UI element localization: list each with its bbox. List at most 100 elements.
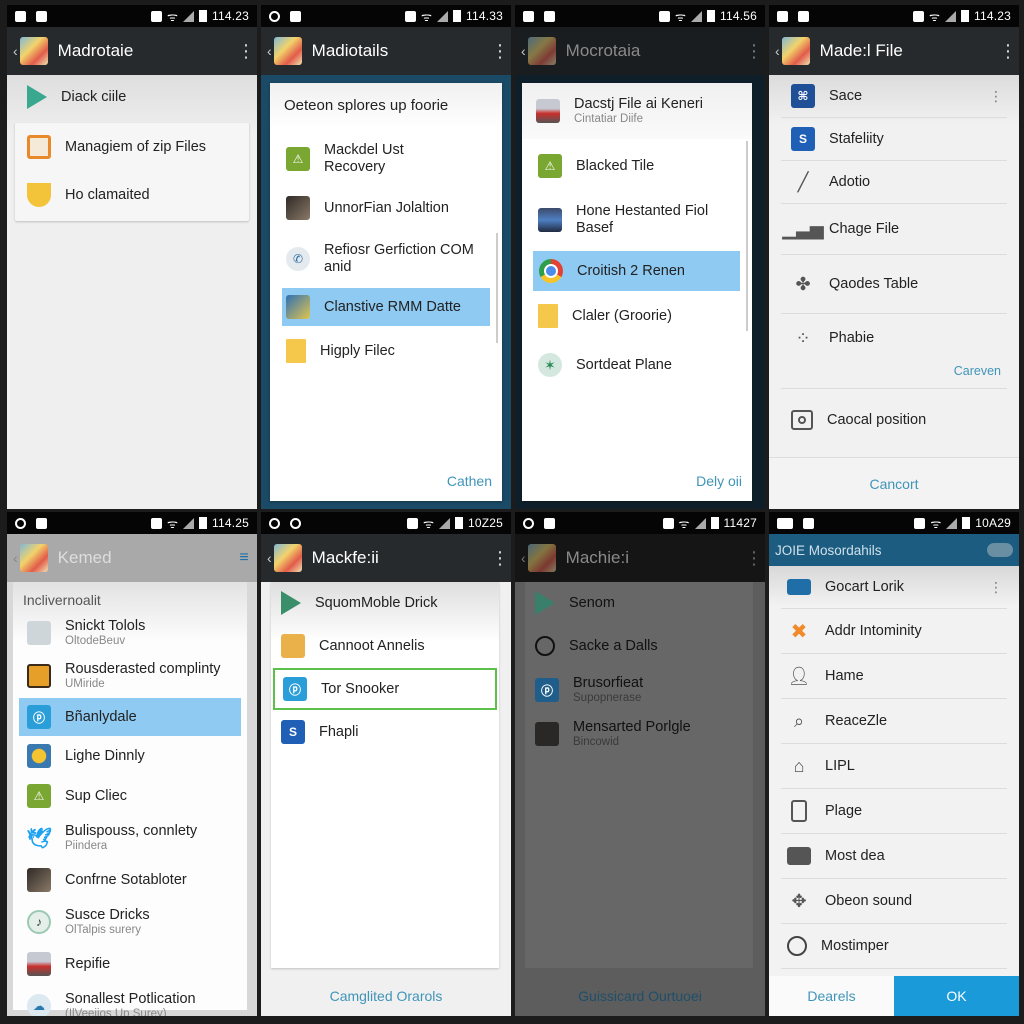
cancel-button[interactable]: Cancort: [769, 476, 1019, 492]
back-icon[interactable]: ‹: [775, 43, 780, 59]
scrollbar[interactable]: [496, 233, 498, 343]
list-item-selected[interactable]: Clanstive RMM Datte: [282, 288, 490, 326]
list-item[interactable]: Higply Filec: [270, 326, 502, 376]
list-item[interactable]: ⌘ Sace ⋮: [769, 75, 1019, 117]
list-item[interactable]: Confrne Sotabloter: [13, 860, 247, 900]
list-item[interactable]: Hone Hestanted Fiol Basef: [522, 189, 752, 251]
clock: 114.25: [211, 516, 249, 530]
battery-icon: [960, 10, 969, 22]
list-item[interactable]: Cannoot Annelis: [271, 624, 499, 668]
screen-1: ᯤ 114.23 ‹ Madrotaie ⋮ Diack ciile Manag…: [7, 5, 257, 509]
app-bar: ‹ Madiotails ⋮: [261, 27, 511, 75]
list-item[interactable]: ▁▃▅ Chage File: [769, 204, 1019, 254]
list-item[interactable]: ⌕ ReaceZle: [769, 699, 1019, 743]
back-icon[interactable]: ‹: [521, 43, 526, 59]
list-card: Senom Sacke a Dalls ⓟ Brusorfieat Supopne…: [525, 582, 753, 968]
list-item[interactable]: Claler (Groorie): [522, 291, 752, 341]
item-menu-icon[interactable]: ⋮: [989, 579, 1003, 596]
search-icon: ⌕: [793, 710, 805, 731]
music-icon: ♪: [27, 910, 51, 934]
list-item[interactable]: Mensarted Porlgle Bincowid: [525, 712, 753, 756]
app-bar: JOIE Mosordahils: [769, 534, 1019, 566]
list-item[interactable]: Most dea: [769, 834, 1019, 878]
list-item[interactable]: ♪ Susce Dricks OlTalpis surery: [13, 900, 247, 944]
list-item[interactable]: UnnorFian Jolaltion: [270, 186, 502, 230]
list-item[interactable]: Gocart Lorik ⋮: [769, 566, 1019, 608]
android-icon: ⚠: [27, 784, 51, 808]
list-item[interactable]: Dacstj File ai Keneri Cintatiar Diife: [522, 83, 752, 139]
list-item[interactable]: Mostimper: [769, 924, 1019, 968]
ok-button[interactable]: OK: [894, 976, 1019, 1016]
dialog-action-button[interactable]: Dely oii: [696, 473, 742, 489]
list-item[interactable]: S Fhapli: [271, 710, 499, 754]
list-item[interactable]: ✶ Sortdeat Plane: [522, 341, 752, 389]
network-icon: ⌘: [791, 84, 815, 108]
list-item[interactable]: SquomMoble Drick: [271, 582, 499, 624]
overflow-menu-icon[interactable]: ⋮: [999, 42, 1017, 60]
list-item[interactable]: Plage: [769, 789, 1019, 833]
list-item[interactable]: ⚠ Sup Cliec: [13, 776, 247, 816]
list-item[interactable]: ✖ Addr Intominity: [769, 609, 1019, 653]
list-item[interactable]: Repifie: [13, 944, 247, 984]
cancel-button[interactable]: Dearels: [769, 976, 894, 1016]
list-item[interactable]: Senom: [525, 582, 753, 624]
list-item[interactable]: ✤ Qaodes Table: [769, 255, 1019, 313]
back-icon[interactable]: ‹: [267, 43, 272, 59]
footer-button[interactable]: Guissicard Ourtuoei: [515, 988, 765, 1004]
list-item[interactable]: Snickt Tolols OltodeBeuv: [13, 612, 247, 654]
overflow-menu-icon[interactable]: ⋮: [237, 42, 255, 60]
hamburger-menu-icon[interactable]: ≡: [237, 550, 251, 566]
list-item-focused[interactable]: ⓟ Tor Snooker: [273, 668, 497, 710]
battery-icon: [706, 10, 715, 22]
sync-icon: [523, 517, 534, 529]
back-icon[interactable]: ‹: [13, 43, 18, 59]
list-item[interactable]: Sacke a Dalls: [525, 624, 753, 668]
overflow-menu-icon[interactable]: ⋮: [745, 549, 763, 567]
circle-icon: [787, 936, 807, 956]
dialog-action-button[interactable]: Cathen: [447, 473, 492, 489]
list-item[interactable]: ✥ Obeon sound: [769, 879, 1019, 923]
twitter-icon: 🕊: [26, 827, 52, 850]
screen-7: ᯤ 11427 ‹ Machie:i ⋮ Senom Sacke a Dalls…: [515, 512, 765, 1016]
list-item[interactable]: ⁘ Phabie Careven: [769, 314, 1019, 388]
play-store-icon: [281, 591, 301, 615]
battery-icon: [962, 517, 971, 529]
item-menu-icon[interactable]: ⋮: [989, 88, 1003, 105]
list-item[interactable]: ⓟ Brusorfieat Supopnerase: [525, 668, 753, 712]
app-title: Madrotaie: [57, 41, 134, 60]
app-title: Mackfe:ii: [311, 548, 379, 567]
list-item[interactable]: ☁ Sonallest Potlication (IlVeeiios Up Sur…: [13, 984, 247, 1016]
list-item-selected[interactable]: ⓟ Bñanlydale: [19, 698, 241, 736]
toggle-icon[interactable]: [987, 543, 1013, 557]
list-item-selected[interactable]: Croitish 2 Renen: [533, 251, 740, 291]
s-app-icon: S: [281, 720, 305, 744]
dialog-title: Oeteon splores up foorie: [270, 83, 502, 128]
list-item[interactable]: 🕊 Bulispouss, connlety Piindera: [13, 816, 247, 860]
list-item[interactable]: Diack ciile: [7, 75, 257, 119]
overflow-menu-icon[interactable]: ⋮: [745, 42, 763, 60]
back-icon[interactable]: ‹: [267, 550, 272, 566]
image-icon: [286, 295, 310, 319]
list-item[interactable]: Rousderasted complinty UMiride: [13, 654, 247, 698]
overflow-menu-icon[interactable]: ⋮: [491, 549, 509, 567]
back-icon[interactable]: ‹: [13, 550, 18, 566]
back-icon[interactable]: ‹: [521, 550, 526, 566]
lock-icon: [803, 517, 814, 529]
list-item[interactable]: ╱ Adotio: [769, 161, 1019, 203]
list-item[interactable]: Lighe Dinnly: [13, 736, 247, 776]
footer-button[interactable]: Camglited Orarols: [261, 988, 511, 1004]
careven-link[interactable]: Careven: [954, 364, 1001, 378]
list-card: Inclivernoalit Snickt Tolols OltodeBeuv R…: [13, 582, 247, 1016]
scrollbar[interactable]: [746, 141, 748, 331]
list-item[interactable]: ⚠ Blacked Tile: [522, 143, 752, 189]
list-item[interactable]: Caocal position: [769, 389, 1019, 451]
list-item[interactable]: ✆ Refiosr Gerfiction COM anid: [270, 230, 502, 288]
list-item[interactable]: ⚠ Mackdel Ust Recovery: [270, 132, 502, 186]
list-item[interactable]: S Stafeliity: [769, 118, 1019, 160]
list-item[interactable]: ⌂ LIPL: [769, 744, 1019, 788]
list-item[interactable]: Managiem of zip Files: [15, 123, 249, 171]
wifi-icon: ᯤ: [678, 516, 690, 531]
list-item[interactable]: 👤︎ Hame: [769, 654, 1019, 698]
list-item[interactable]: Ho clamaited: [15, 171, 249, 219]
overflow-menu-icon[interactable]: ⋮: [491, 42, 509, 60]
